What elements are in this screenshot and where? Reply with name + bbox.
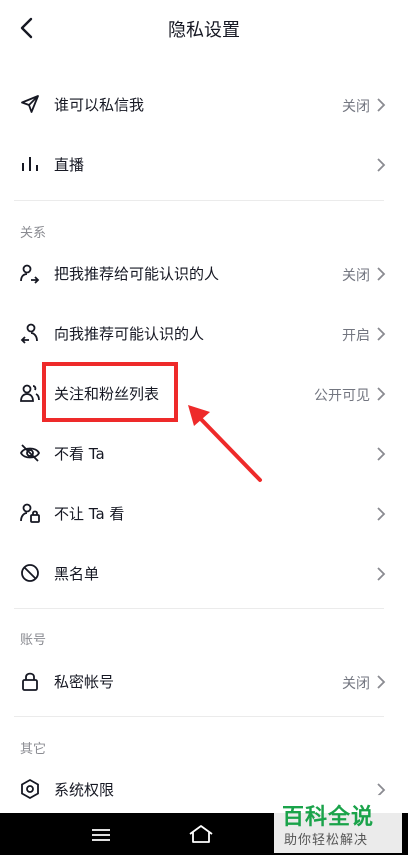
row-label: 把我推荐给可能认识的人: [54, 265, 220, 283]
row-live[interactable]: 直播: [0, 135, 408, 195]
chevron-right-icon: [377, 447, 386, 461]
row-value: 开启: [342, 328, 370, 344]
chevron-right-icon: [377, 675, 386, 689]
watermark-subtitle: 助你轻松解决: [284, 833, 369, 848]
user-receive-icon: [20, 323, 38, 344]
live-bars-icon: [22, 157, 38, 171]
row-label: 私密帐号: [54, 673, 115, 691]
row-blacklist[interactable]: 黑名单: [0, 544, 408, 604]
chevron-right-icon: [377, 98, 386, 112]
section-header-account: 账号: [20, 633, 47, 648]
row-label: 黑名单: [54, 565, 100, 583]
divider: [14, 608, 384, 609]
user-share-icon: [20, 264, 40, 284]
chevron-right-icon: [377, 387, 386, 401]
top-bar: 隐私设置: [0, 0, 408, 56]
chevron-right-icon: [377, 158, 386, 172]
chevron-right-icon: [377, 507, 386, 521]
row-label: 直播: [54, 156, 85, 174]
row-value: 关闭: [342, 268, 370, 284]
send-icon: [21, 95, 39, 113]
shield-hex-icon: [21, 778, 39, 800]
section-header-other: 其它: [20, 742, 47, 757]
block-icon: [21, 564, 39, 582]
row-value: 关闭: [342, 99, 370, 115]
row-who-can-message[interactable]: 谁可以私信我 关闭: [0, 75, 408, 135]
menu-icon[interactable]: [90, 827, 112, 843]
chevron-right-icon: [377, 327, 386, 341]
highlight-box: [42, 362, 178, 422]
page-title: 隐私设置: [168, 20, 240, 41]
row-label: 不看 Ta: [54, 445, 105, 463]
chevron-right-icon: [377, 567, 386, 581]
row-recommend-to-me[interactable]: 向我推荐可能认识的人 开启: [0, 304, 408, 364]
chevron-right-icon: [377, 267, 386, 281]
annotation-arrow-icon: [188, 405, 262, 482]
row-private-account[interactable]: 私密帐号 关闭: [0, 652, 408, 712]
row-value: 关闭: [342, 676, 370, 692]
divider: [14, 716, 384, 717]
user-lock-icon: [20, 503, 40, 523]
row-label: 系统权限: [54, 781, 115, 799]
home-icon[interactable]: [188, 823, 214, 845]
users-icon: [20, 384, 40, 402]
lock-icon: [22, 672, 38, 691]
row-recommend-me[interactable]: 把我推荐给可能认识的人 关闭: [0, 244, 408, 304]
eye-off-icon: [19, 444, 41, 462]
watermark-logo: 百科全说 助你轻松解决: [274, 795, 402, 853]
row-label: 向我推荐可能认识的人: [54, 325, 205, 343]
divider: [14, 200, 384, 201]
row-hide-from[interactable]: 不让 Ta 看: [0, 484, 408, 544]
section-header-relations: 关系: [20, 226, 47, 241]
row-value: 公开可见: [314, 388, 370, 404]
watermark-title: 百科全说: [282, 805, 375, 830]
row-label: 谁可以私信我: [54, 96, 145, 114]
row-label: 不让 Ta 看: [54, 505, 125, 523]
